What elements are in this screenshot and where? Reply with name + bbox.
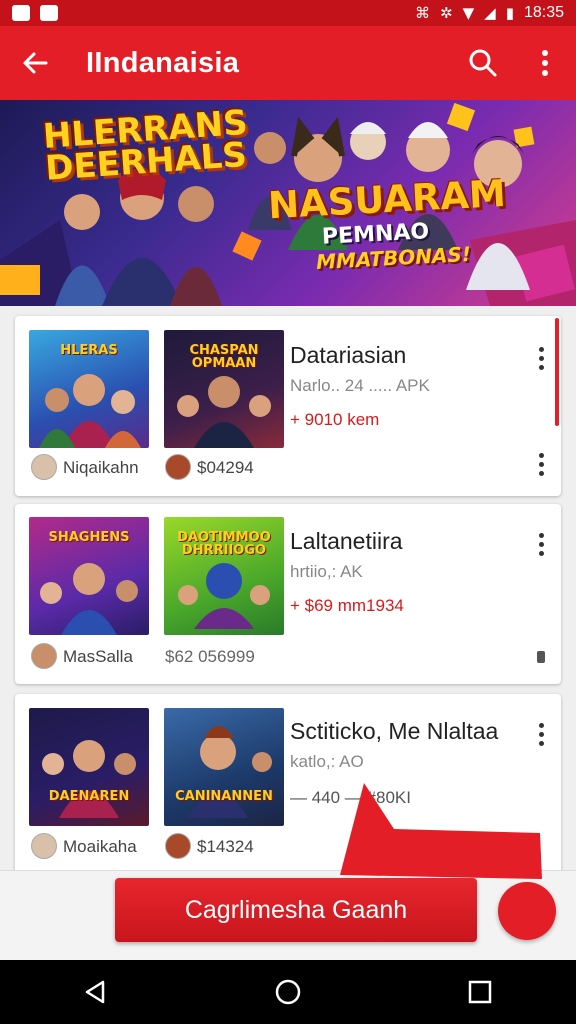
download-count: $04294 [197, 458, 254, 477]
thumbnail-label: DAENAREN [48, 789, 130, 804]
game-title[interactable]: Sctiticko, Me Nlaltaa [290, 718, 498, 745]
more-vert-icon[interactable] [531, 717, 551, 751]
download-count: $62 056999 [165, 647, 255, 666]
more-vert-icon[interactable] [531, 341, 551, 375]
status-bar: ⌘ ✲ ▼ ◢ ▮ 18:35 [0, 0, 576, 26]
nav-recents-icon[interactable] [450, 962, 510, 1022]
game-thumbnail[interactable]: SHAGHENS [29, 517, 149, 635]
game-subtitle: hrtiio,: AK [290, 562, 363, 581]
avatar[interactable] [165, 454, 191, 480]
author-name: MasSalla [63, 647, 133, 666]
settings-icon: ✲ [440, 4, 453, 22]
game-thumbnail[interactable]: CHASPAN OPMAAN [164, 330, 284, 448]
page-title: IIndanaisia [86, 46, 240, 79]
author-name: Moaikaha [63, 837, 137, 856]
game-card[interactable]: SHAGHENS DAOTIMMOO DHRRIIOGO MasSalla $6… [15, 504, 561, 684]
game-title[interactable]: Datariasian [290, 342, 406, 369]
app-icon [12, 5, 30, 21]
download-count: $14324 [197, 837, 254, 856]
avatar[interactable] [31, 454, 57, 480]
more-vert-icon[interactable] [531, 640, 551, 674]
notification-icon [40, 5, 58, 21]
avatar[interactable] [31, 643, 57, 669]
pointer-arrow-icon [340, 783, 542, 879]
more-vert-icon[interactable] [531, 527, 551, 561]
scrollbar[interactable] [555, 318, 559, 426]
nav-home-icon[interactable] [258, 962, 318, 1022]
game-price: + 9010 kem [290, 410, 380, 429]
game-subtitle: katlo,: AO [290, 752, 364, 771]
game-price: + $69 mm1934 [290, 596, 404, 615]
banner-title: HLERRANS DEERHALS [41, 102, 249, 189]
game-card[interactable]: HLERAS CHASPAN OPMAAN Niqaikahn $04294 D… [15, 316, 561, 496]
battery-icon: ▮ [505, 4, 514, 22]
status-time: 18:35 [523, 4, 564, 21]
game-title[interactable]: Laltanetiira [290, 528, 403, 555]
thumbnail-label: DAOTIMMOO DHRRIIOGO [177, 530, 271, 558]
thumbnail-label: CHASPAN OPMAAN [189, 343, 259, 371]
more-vert-icon[interactable] [514, 26, 576, 100]
more-vert-icon[interactable] [531, 447, 551, 481]
thumbnail-label: HLERAS [60, 343, 118, 358]
thumbnail-label: CANINANNEN [175, 789, 273, 804]
game-thumbnail[interactable]: DAENAREN [29, 708, 149, 826]
game-thumbnail[interactable]: HLERAS [29, 330, 149, 448]
search-icon[interactable] [452, 26, 514, 100]
system-nav-bar [0, 960, 576, 1024]
author-name: Niqaikahn [63, 458, 139, 477]
primary-action-button[interactable]: Cagrlimesha Gaanh [115, 878, 477, 942]
game-subtitle: Narlo.. 24 ..... APK [290, 376, 430, 395]
arrow-left-icon[interactable] [0, 26, 70, 100]
avatar[interactable] [31, 833, 57, 859]
wifi-icon: ▼ [462, 4, 475, 22]
app-bar: IIndanaisia [0, 26, 576, 100]
thumbnail-label: SHAGHENS [48, 530, 130, 545]
game-thumbnail[interactable]: CANINANNEN [164, 708, 284, 826]
cell-signal-icon: ◢ [484, 4, 496, 22]
nav-back-icon[interactable] [66, 962, 126, 1022]
signal-icon: ⌘ [415, 4, 431, 22]
fab-button[interactable] [498, 882, 556, 940]
avatar[interactable] [165, 833, 191, 859]
game-thumbnail[interactable]: DAOTIMMOO DHRRIIOGO [164, 517, 284, 635]
